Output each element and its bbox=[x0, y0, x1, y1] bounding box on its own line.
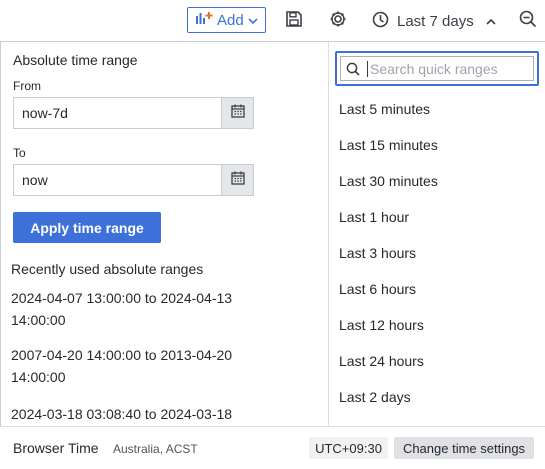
quick-range-search-input[interactable] bbox=[367, 60, 533, 77]
add-panel-icon bbox=[195, 11, 213, 29]
quick-range-item[interactable]: Last 12 hours bbox=[339, 314, 424, 336]
recent-range-to: 2024-03-18 bbox=[160, 406, 233, 422]
dashboard-toolbar: Add Last 7 days bbox=[0, 0, 545, 42]
zoom-out-icon[interactable] bbox=[519, 10, 539, 30]
quick-range-item[interactable]: Last 3 hours bbox=[339, 242, 416, 264]
quick-ranges-pane: Last 5 minutes Last 15 minutes Last 30 m… bbox=[328, 42, 545, 426]
absolute-range-title: Absolute time range bbox=[13, 52, 138, 68]
to-input[interactable]: now bbox=[14, 165, 221, 195]
quick-range-search bbox=[335, 51, 539, 86]
calendar-icon bbox=[230, 171, 245, 190]
timezone-name: Browser Time bbox=[13, 440, 99, 456]
recent-range-sep: to bbox=[144, 290, 157, 306]
calendar-icon bbox=[230, 104, 245, 123]
clock-icon bbox=[372, 11, 389, 32]
quick-range-item[interactable]: Last 1 hour bbox=[339, 206, 409, 228]
quick-range-item[interactable]: Last 30 minutes bbox=[339, 170, 438, 192]
quick-range-item[interactable]: Last 5 minutes bbox=[339, 98, 430, 120]
from-calendar-button[interactable] bbox=[221, 98, 253, 128]
add-button[interactable]: Add bbox=[187, 7, 266, 33]
timezone-region: Australia, ACST bbox=[113, 442, 198, 456]
change-time-settings-button[interactable]: Change time settings bbox=[394, 437, 534, 459]
recent-range-from: 2024-04-07 13:00:00 bbox=[11, 290, 141, 306]
to-label: To bbox=[13, 146, 26, 160]
recent-range-item[interactable]: 2024-03-18 03:08:40 to 2024-03-18 bbox=[11, 403, 271, 425]
from-field: now-7d bbox=[13, 97, 254, 129]
timezone-footer: Browser Time Australia, ACST UTC+09:30 C… bbox=[0, 426, 545, 469]
apply-time-range-button[interactable]: Apply time range bbox=[13, 212, 161, 243]
recent-range-sep: to bbox=[144, 347, 157, 363]
gear-icon[interactable] bbox=[329, 10, 349, 30]
save-icon[interactable] bbox=[285, 10, 305, 30]
to-calendar-button[interactable] bbox=[221, 165, 253, 195]
quick-range-search-box bbox=[340, 56, 534, 81]
add-button-label: Add bbox=[217, 11, 244, 29]
recent-range-item[interactable]: 2024-04-07 13:00:00 to 2024-04-13 14:00:… bbox=[11, 287, 271, 331]
timezone-offset-badge: UTC+09:30 bbox=[309, 437, 388, 459]
recent-range-item[interactable]: 2007-04-20 14:00:00 to 2013-04-20 14:00:… bbox=[11, 344, 271, 388]
time-range-label: Last 7 days bbox=[397, 12, 474, 30]
quick-range-item[interactable]: Last 15 minutes bbox=[339, 134, 438, 156]
recent-range-sep: to bbox=[144, 406, 157, 422]
chevron-up-icon bbox=[486, 13, 496, 30]
chevron-down-icon bbox=[248, 12, 258, 29]
quick-range-item[interactable]: Last 24 hours bbox=[339, 350, 424, 372]
to-field: now bbox=[13, 164, 254, 196]
recent-range-from: 2024-03-18 03:08:40 bbox=[11, 406, 141, 422]
time-range-picker-button[interactable]: Last 7 days bbox=[372, 8, 496, 34]
quick-range-item[interactable]: Last 2 days bbox=[339, 386, 411, 408]
recent-ranges-title: Recently used absolute ranges bbox=[11, 261, 204, 277]
from-label: From bbox=[13, 79, 41, 93]
from-input[interactable]: now-7d bbox=[14, 98, 221, 128]
quick-range-item[interactable]: Last 6 hours bbox=[339, 278, 416, 300]
recent-range-from: 2007-04-20 14:00:00 bbox=[11, 347, 141, 363]
absolute-range-pane: Absolute time range From now-7d To now A… bbox=[0, 42, 328, 426]
search-icon bbox=[341, 62, 365, 76]
